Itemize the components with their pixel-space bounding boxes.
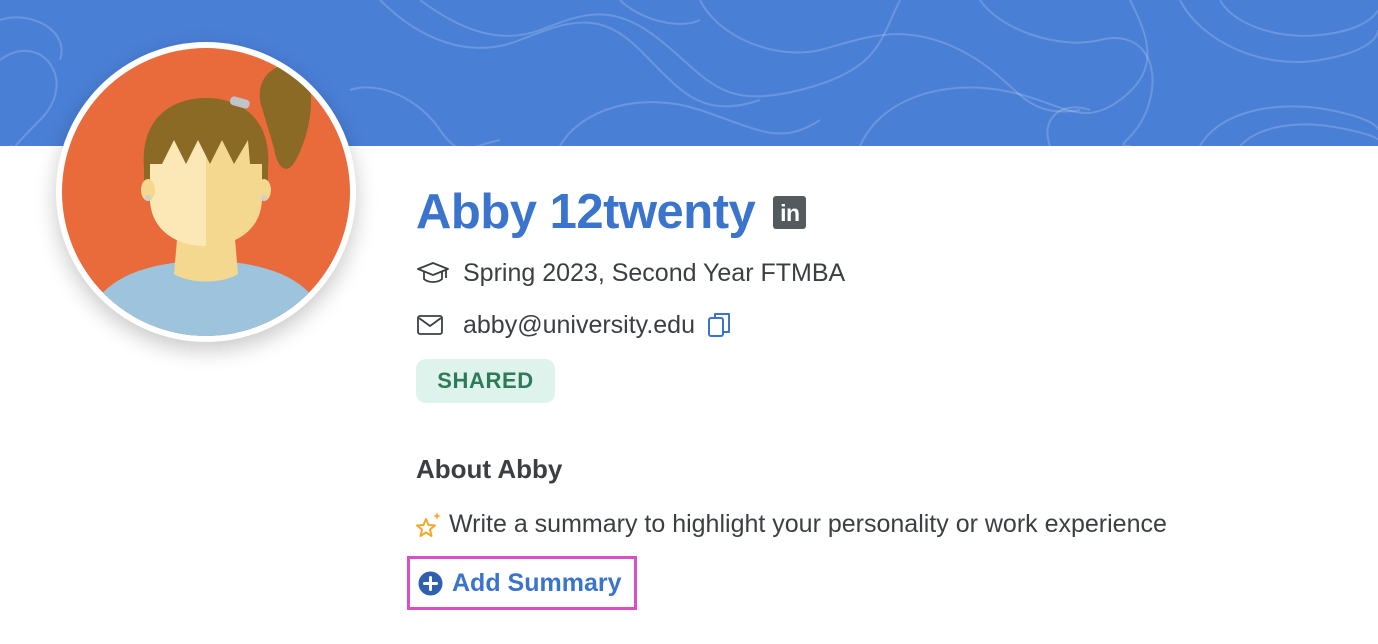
summary-prompt-row: Write a summary to highlight your person…	[414, 505, 1167, 543]
add-summary-button[interactable]: Add Summary	[407, 556, 637, 610]
about-section-title: About Abby	[416, 454, 563, 484]
avatar-illustration	[62, 48, 350, 336]
email-text: abby@university.edu	[463, 310, 695, 339]
envelope-icon	[416, 311, 450, 339]
sparkle-star-icon	[414, 509, 444, 539]
profile-name: Abby 12twenty	[416, 185, 756, 239]
summary-prompt-text: Write a summary to highlight your person…	[449, 509, 1167, 538]
graduation-cap-icon	[416, 259, 450, 287]
profile-avatar[interactable]	[56, 42, 356, 342]
status-badge: SHARED	[416, 359, 555, 403]
linkedin-icon[interactable]: in	[773, 195, 807, 229]
copy-icon[interactable]	[707, 311, 731, 339]
profile-page: Abby 12twenty in Spring 2023, Second Yea…	[0, 0, 1378, 644]
program-text: Spring 2023, Second Year FTMBA	[463, 258, 846, 287]
email-row: abby@university.edu	[416, 306, 731, 344]
add-summary-label: Add Summary	[452, 569, 622, 597]
plus-circle-icon	[418, 571, 443, 596]
profile-name-row: Abby 12twenty in	[416, 180, 807, 244]
program-row: Spring 2023, Second Year FTMBA	[416, 254, 845, 292]
